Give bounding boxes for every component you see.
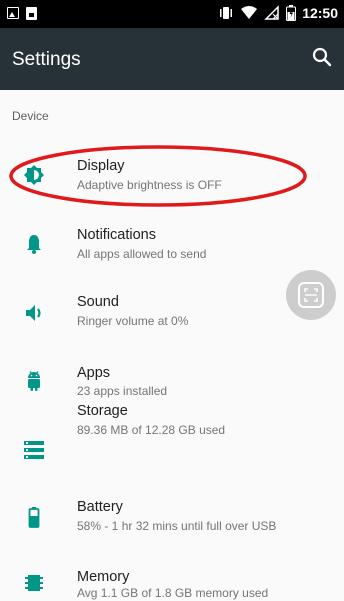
settings-item-summary: Avg 1.1 GB of 1.8 GB memory used (77, 586, 269, 600)
settings-item-summary: Ringer volume at 0% (77, 314, 189, 328)
status-bar: 12:50 (0, 0, 344, 28)
wifi-icon (241, 6, 258, 19)
status-bar-notifications (7, 7, 37, 20)
settings-item-storage[interactable]: Storage 89.36 MB of 12.28 GB used (0, 400, 344, 466)
search-icon (312, 47, 332, 67)
settings-item-title: Sound (77, 294, 119, 310)
volume-icon (26, 305, 41, 321)
settings-item-notifications[interactable]: Notifications All apps allowed to send (0, 218, 344, 284)
vibrate-icon (220, 7, 233, 19)
settings-item-summary: All apps allowed to send (77, 247, 207, 261)
search-button[interactable] (310, 45, 334, 69)
settings-item-title: Apps (77, 365, 111, 381)
status-bar-time: 12:50 (302, 5, 338, 21)
highlight-ellipse (9, 145, 307, 207)
battery-icon (28, 507, 40, 528)
status-bar-system-icons: 12:50 (218, 5, 338, 21)
page-title: Settings (12, 49, 81, 70)
settings-item-memory[interactable]: Memory Avg 1.1 GB of 1.8 GB memory used (0, 558, 344, 601)
document-notification-icon (26, 7, 37, 20)
screenshot-frame-icon (298, 282, 324, 308)
settings-item-title: Battery (77, 499, 123, 515)
settings-item-title: Storage (77, 403, 128, 419)
signal-icon (264, 5, 279, 20)
memory-chip-icon (25, 575, 43, 591)
storage-icon (24, 441, 44, 459)
android-icon (28, 371, 40, 391)
section-header-device: Device (12, 109, 49, 123)
settings-item-summary: 23 apps installed (77, 384, 168, 398)
settings-item-battery[interactable]: Battery 58% - 1 hr 32 mins until full ov… (0, 490, 344, 556)
floating-screenshot-button[interactable] (286, 270, 336, 320)
settings-item-title: Notifications (77, 227, 156, 243)
settings-item-title: Memory (77, 569, 130, 585)
battery-icon (286, 5, 297, 21)
app-bar: Settings (0, 28, 344, 90)
settings-item-summary: 89.36 MB of 12.28 GB used (77, 423, 226, 437)
image-notification-icon (7, 7, 19, 19)
settings-item-summary: 58% - 1 hr 32 mins until full over USB (77, 519, 277, 533)
bell-icon (27, 235, 41, 254)
